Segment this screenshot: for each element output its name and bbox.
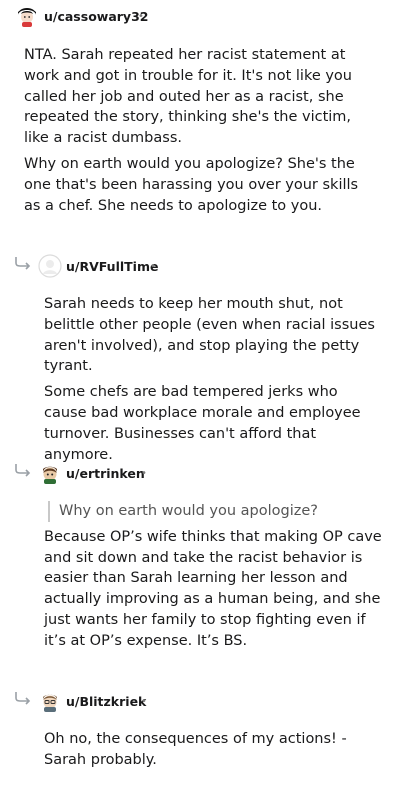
username[interactable]: u/Blitzkriek [66, 694, 146, 709]
comment-body: NTA. Sarah repeated her racist statement… [24, 45, 374, 216]
comment-header: u/RVFullTime • [0, 252, 400, 282]
comment-body: Why on earth would you apologize? Becaus… [44, 501, 384, 652]
comment-paragraph: Some chefs are bad tempered jerks who ca… [44, 384, 361, 463]
separator-dot: • [138, 11, 144, 22]
comment: u/ertrinken • Why on earth would you apo… [0, 459, 400, 649]
reply-arrow-icon [15, 464, 31, 477]
comment: u/Blitzkriek • Oh no, the consequences o… [0, 687, 400, 768]
separator-dot: • [141, 696, 147, 707]
username[interactable]: u/ertrinken [66, 466, 145, 481]
reply-arrow-icon [15, 692, 31, 705]
comment-body: Sarah needs to keep her mouth shut, not … [44, 294, 384, 465]
comment-header: u/Blitzkriek • [0, 687, 400, 717]
comment-header: u/ertrinken • [0, 459, 400, 489]
avatar[interactable] [15, 4, 39, 28]
comment-paragraph: Sarah needs to keep her mouth shut, not … [44, 296, 375, 375]
avatar[interactable] [38, 689, 62, 713]
avatar[interactable] [38, 254, 62, 278]
reply-arrow-icon [15, 257, 31, 270]
separator-dot: • [150, 261, 156, 272]
username[interactable]: u/RVFullTime [66, 259, 158, 274]
comment-paragraph: Why on earth would you apologize? She's … [24, 155, 359, 214]
comment-paragraph: Because OP’s wife thinks that making OP … [44, 528, 382, 649]
comment-header: u/cassowary32 • [0, 0, 400, 30]
comment-paragraph: Oh no, the consequences of my actions! -… [44, 731, 347, 768]
comment: u/cassowary32 • NTA. Sarah repeated her … [0, 0, 400, 214]
comment: u/RVFullTime • Sarah needs to keep her m… [0, 252, 400, 463]
separator-dot: • [141, 468, 147, 479]
username[interactable]: u/cassowary32 [44, 9, 148, 24]
comment-body: Oh no, the consequences of my actions! -… [44, 729, 384, 771]
avatar[interactable] [38, 461, 62, 485]
blockquote: Why on earth would you apologize? [48, 501, 384, 522]
comment-paragraph: NTA. Sarah repeated her racist statement… [24, 47, 352, 147]
